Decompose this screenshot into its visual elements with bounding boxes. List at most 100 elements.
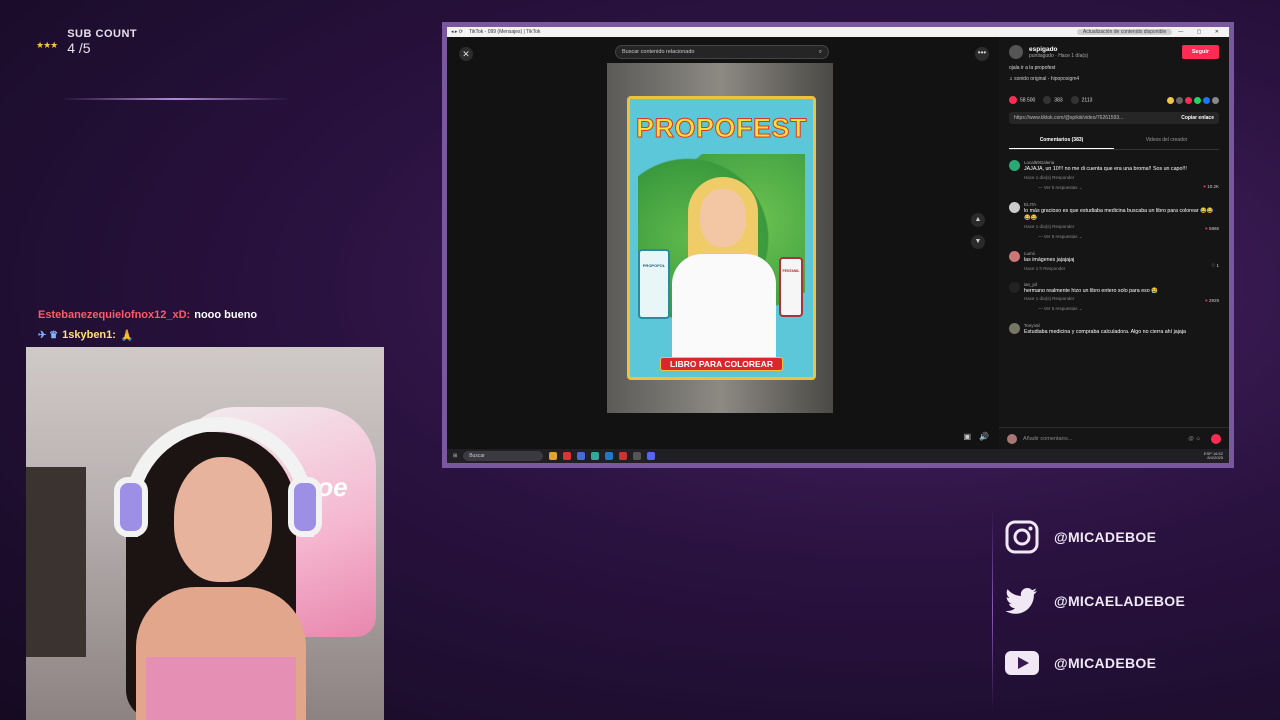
view-replies[interactable]: — Ver 8 respuestas ⌄ bbox=[1038, 234, 1219, 240]
comment-likes[interactable]: ♥ 2929 bbox=[1205, 298, 1219, 303]
explorer-icon[interactable] bbox=[549, 452, 558, 460]
app-icon[interactable] bbox=[563, 452, 572, 460]
cover-banner: LIBRO PARA COLOREAR bbox=[660, 357, 783, 371]
link-row: https://www.tiktok.com/@spikiii/video/76… bbox=[1009, 112, 1219, 124]
browser-nav-icons[interactable]: ◂ ▸ ⟳ bbox=[451, 29, 463, 35]
pip-icon[interactable]: ▣ bbox=[963, 432, 971, 441]
share-icons[interactable] bbox=[1167, 96, 1219, 104]
comment-stat[interactable]: 383 bbox=[1043, 96, 1063, 104]
chat-message: Estebanezequielofnox12_xD: nooo bueno bbox=[38, 305, 257, 325]
comment-text: hermano realmente hizo un libro entero s… bbox=[1024, 287, 1158, 294]
copy-link-button[interactable]: Copiar enlace bbox=[1181, 115, 1214, 121]
video-description: ojala ir a la propofest bbox=[1009, 65, 1056, 71]
comment-text: lo más gracioso es que estudiaba medicin… bbox=[1024, 207, 1214, 221]
comment-text: las imágenes jajajajaj bbox=[1024, 256, 1075, 263]
more-options-button[interactable]: ••• bbox=[975, 47, 989, 61]
add-comment-bar: Añadir comentario... @ ☺ bbox=[999, 427, 1229, 449]
app-icon[interactable] bbox=[633, 452, 642, 460]
commenter-name[interactable]: Lumii bbox=[1024, 251, 1219, 256]
save-stat[interactable]: 2113 bbox=[1070, 96, 1092, 104]
author-avatar[interactable] bbox=[1009, 45, 1023, 59]
search-input[interactable]: Buscar contenido relacionado ⌕ bbox=[615, 45, 829, 59]
view-replies[interactable]: — Ver 5 respuestas ⌄ bbox=[1038, 306, 1219, 312]
taskbar-clock[interactable]: ESP 16:52 8/4/2025 bbox=[1204, 451, 1223, 461]
vial-right: FENTANIL bbox=[779, 257, 803, 317]
chat-username: Estebanezequielofnox12_xD: bbox=[38, 309, 191, 321]
twitter-social: @MICAELADEBOE bbox=[1004, 584, 1185, 618]
comment-item: ELITA lo más gracioso es que estudiaba m… bbox=[1009, 201, 1219, 240]
stars-icon: ★★★ bbox=[36, 39, 58, 50]
commenter-avatar[interactable] bbox=[1009, 281, 1020, 293]
comment-meta[interactable]: Hace 1 día(s) Responder bbox=[1024, 224, 1219, 229]
send-icon[interactable] bbox=[1185, 96, 1192, 104]
whatsapp-icon[interactable] bbox=[1194, 96, 1201, 104]
commenter-avatar[interactable] bbox=[1009, 250, 1020, 262]
post-icon[interactable] bbox=[1211, 433, 1221, 444]
author-row: espigado puntiagudo · Hace 1 día(s) Segu… bbox=[1009, 45, 1219, 59]
chat-message: ✈ ♛ 1skyben1: 🙏 bbox=[38, 325, 257, 345]
user-avatar bbox=[1007, 433, 1017, 444]
comment-item: ian_jol hermano realmente hizo un libro … bbox=[1009, 281, 1219, 313]
webcam-feed: deboe bbox=[26, 347, 384, 720]
search-placeholder: Buscar contenido relacionado bbox=[622, 49, 695, 55]
commenter-avatar[interactable] bbox=[1009, 201, 1020, 213]
window-controls[interactable]: — ▢ ✕ bbox=[1178, 29, 1225, 35]
taskbar-search[interactable]: Buscar bbox=[463, 451, 544, 461]
comment-likes[interactable]: ♡ 1 bbox=[1211, 263, 1219, 269]
sound-link[interactable]: ♫ sonido original - hipoposigm4 bbox=[1009, 76, 1219, 82]
heart-outline-icon: ♡ bbox=[1211, 262, 1216, 268]
author-name[interactable]: espigado bbox=[1029, 46, 1088, 53]
comment-meta[interactable]: Hace 1 día(s) Responder bbox=[1024, 296, 1219, 301]
webcam-background-shelf bbox=[26, 467, 86, 657]
commenter-name[interactable]: Local59Galeria bbox=[1024, 160, 1219, 165]
commenter-name[interactable]: ian_jol bbox=[1024, 282, 1219, 287]
chrome-icon[interactable] bbox=[591, 452, 600, 460]
instagram-icon bbox=[1005, 520, 1039, 554]
browser-tab-title[interactable]: TikTok - 099 (Mensajes) | TikTok bbox=[469, 29, 1071, 35]
like-stat[interactable]: 58.500 bbox=[1009, 96, 1035, 104]
comment-likes[interactable]: ♥ 5866 bbox=[1205, 226, 1219, 231]
comment-meta[interactable]: Hace 1 h Responder bbox=[1024, 266, 1219, 271]
update-notice[interactable]: Actualización de contenido disponible bbox=[1076, 29, 1173, 35]
app-icon[interactable] bbox=[619, 452, 628, 460]
screen-capture-frame: ◂ ▸ ⟳ TikTok - 099 (Mensajes) | TikTok A… bbox=[442, 22, 1234, 468]
youtube-icon bbox=[1005, 651, 1039, 675]
view-replies[interactable]: — Ver 5 respuestas ⌄ bbox=[1038, 185, 1219, 191]
commenter-avatar[interactable] bbox=[1009, 323, 1020, 335]
commenter-avatar[interactable] bbox=[1009, 160, 1020, 171]
volume-icon[interactable]: 🔊 bbox=[979, 432, 989, 441]
twitter-handle: @MICAELADEBOE bbox=[1054, 593, 1186, 609]
cover-title: PROPOFEST bbox=[635, 113, 808, 144]
app-icon[interactable] bbox=[577, 452, 586, 460]
video-link[interactable]: https://www.tiktok.com/@spikiii/video/76… bbox=[1014, 115, 1123, 121]
close-button[interactable]: ✕ bbox=[459, 47, 473, 61]
headset-earcup-right bbox=[288, 477, 322, 537]
follow-button[interactable]: Seguir bbox=[1181, 45, 1219, 59]
share-icon[interactable] bbox=[1167, 96, 1174, 104]
stream-chat: Estebanezequielofnox12_xD: nooo bueno ✈ … bbox=[38, 305, 257, 345]
socials-divider bbox=[992, 510, 993, 710]
tab-comments[interactable]: Comentarios (383) bbox=[1009, 132, 1114, 149]
search-icon[interactable]: ⌕ bbox=[819, 49, 822, 56]
discord-icon[interactable] bbox=[647, 452, 656, 460]
add-comment-input[interactable]: Añadir comentario... bbox=[1023, 436, 1072, 442]
comment-meta[interactable]: Hace 1 día(s) Responder bbox=[1024, 175, 1219, 180]
edge-icon[interactable] bbox=[605, 452, 614, 460]
comment-item: Local59Galeria JAJAJA, un 10!!! no me di… bbox=[1009, 160, 1219, 191]
author-handle: puntiagudo · Hace 1 día(s) bbox=[1029, 52, 1089, 59]
chevron-down-icon[interactable]: ▼ bbox=[971, 235, 985, 249]
vial-left: PROPOFOL bbox=[638, 249, 670, 319]
embed-icon[interactable] bbox=[1176, 96, 1183, 104]
commenter-name[interactable]: TonyVal bbox=[1024, 323, 1219, 328]
video-player[interactable]: PROPOFEST PROPOFOL FENTANIL LIBRO PARA C… bbox=[607, 63, 833, 413]
commenter-name[interactable]: ELITA bbox=[1024, 202, 1219, 207]
forward-icon[interactable] bbox=[1212, 96, 1219, 104]
mention-icon[interactable]: @ ☺ bbox=[1188, 436, 1201, 442]
chevron-up-icon[interactable]: ▲ bbox=[971, 213, 985, 227]
comment-likes[interactable]: ♥ 10.2K bbox=[1203, 184, 1219, 189]
windows-start-icon[interactable]: ⊞ bbox=[453, 453, 457, 459]
panel-tabs: Comentarios (383) Videos del creador bbox=[1009, 132, 1219, 150]
tab-creator-videos[interactable]: Videos del creador bbox=[1114, 132, 1219, 149]
facebook-icon[interactable] bbox=[1203, 96, 1210, 104]
stats-row: 58.500 383 2113 bbox=[1009, 96, 1219, 104]
